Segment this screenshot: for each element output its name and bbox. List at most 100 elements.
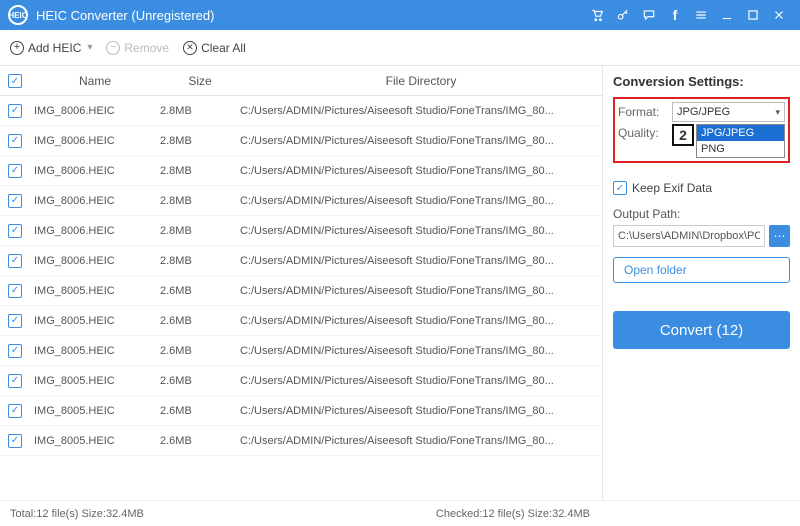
clear-all-label: Clear All: [201, 41, 246, 55]
app-logo-icon: HEIC: [8, 5, 28, 25]
cell-dir: C:/Users/ADMIN/Pictures/Aiseesoft Studio…: [240, 255, 602, 267]
minus-icon: −: [106, 41, 120, 55]
cell-size: 2.6MB: [160, 345, 240, 357]
format-option-jpg[interactable]: JPG/JPEG: [697, 125, 784, 141]
add-heic-button[interactable]: + Add HEIC ▾: [10, 41, 92, 55]
cell-dir: C:/Users/ADMIN/Pictures/Aiseesoft Studio…: [240, 135, 602, 147]
convert-button[interactable]: Convert (12): [613, 311, 790, 349]
close-icon[interactable]: [766, 2, 792, 28]
maximize-icon[interactable]: [740, 2, 766, 28]
table-row[interactable]: ✓ IMG_8005.HEIC2.6MBC:/Users/ADMIN/Pictur…: [0, 366, 602, 396]
remove-label: Remove: [124, 41, 169, 55]
file-list-panel: ✓ Name Size File Directory ✓ IMG_8006.HEI…: [0, 66, 602, 500]
format-option-png[interactable]: PNG: [697, 141, 784, 157]
col-dir[interactable]: File Directory: [240, 74, 602, 88]
table-row[interactable]: ✓IMG_8005.HEIC2.6MBC:/Users/ADMIN/Pictur…: [0, 426, 602, 456]
table-row[interactable]: ✓IMG_8005.HEIC2.6MBC:/Users/ADMIN/Pictur…: [0, 336, 602, 366]
col-size[interactable]: Size: [160, 74, 240, 88]
chat-icon[interactable]: [636, 2, 662, 28]
cell-dir: C:/Users/ADMIN/Pictures/Aiseesoft Studio…: [240, 405, 602, 417]
cell-size: 2.8MB: [160, 255, 240, 267]
key-icon[interactable]: [610, 2, 636, 28]
format-highlight-box: Format: JPG/JPEG ▾ Quality: 2 JPG/JPEG P…: [613, 97, 790, 163]
facebook-icon[interactable]: f: [662, 2, 688, 28]
cell-size: 2.6MB: [160, 285, 240, 297]
cell-name: IMG_8005.HEIC: [30, 435, 160, 447]
status-total: Total:12 file(s) Size:32.4MB: [10, 508, 144, 520]
table-row[interactable]: ✓IMG_8006.HEIC2.8MBC:/Users/ADMIN/Pictur…: [0, 96, 602, 126]
cell-name: IMG_8006.HEIC: [30, 225, 160, 237]
cell-size: 2.6MB: [160, 375, 240, 387]
remove-button: − Remove: [106, 41, 169, 55]
table-row[interactable]: ✓ IMG_8005.HEIC2.6MBC:/Users/ADMIN/Pictur…: [0, 396, 602, 426]
menu-icon[interactable]: [688, 2, 714, 28]
row-checkbox[interactable]: ✓: [8, 194, 22, 208]
cell-name: IMG_8005.HEIC: [30, 285, 160, 297]
row-checkbox[interactable]: ✓: [8, 134, 22, 148]
keep-exif-label: Keep Exif Data: [632, 181, 712, 195]
select-all-checkbox[interactable]: ✓: [8, 74, 22, 88]
cell-size: 2.6MB: [160, 405, 240, 417]
table-row[interactable]: ✓ IMG_8006.HEIC2.8MBC:/Users/ADMIN/Pictur…: [0, 126, 602, 156]
cell-dir: C:/Users/ADMIN/Pictures/Aiseesoft Studio…: [240, 105, 602, 117]
keep-exif-row[interactable]: ✓ Keep Exif Data: [613, 181, 790, 195]
row-checkbox[interactable]: ✓: [8, 284, 22, 298]
titlebar: HEIC HEIC Converter (Unregistered) f: [0, 0, 800, 30]
settings-panel: Conversion Settings: Format: JPG/JPEG ▾ …: [602, 66, 800, 500]
status-checked: Checked:12 file(s) Size:32.4MB: [436, 508, 590, 520]
cell-name: IMG_8006.HEIC: [30, 255, 160, 267]
table-row[interactable]: ✓IMG_8006.HEIC2.8MBC:/Users/ADMIN/Pictur…: [0, 156, 602, 186]
row-checkbox[interactable]: ✓: [8, 434, 22, 448]
format-dropdown[interactable]: JPG/JPEG PNG: [696, 124, 785, 158]
cell-dir: C:/Users/ADMIN/Pictures/Aiseesoft Studio…: [240, 165, 602, 177]
cell-size: 2.8MB: [160, 195, 240, 207]
chevron-down-icon: ▾: [87, 42, 92, 53]
cell-dir: C:/Users/ADMIN/Pictures/Aiseesoft Studio…: [240, 285, 602, 297]
quality-label: Quality:: [618, 124, 672, 140]
col-name[interactable]: Name: [30, 74, 160, 88]
row-checkbox[interactable]: ✓: [8, 314, 22, 328]
cell-dir: C:/Users/ADMIN/Pictures/Aiseesoft Studio…: [240, 315, 602, 327]
plus-icon: +: [10, 41, 24, 55]
status-bar: Total:12 file(s) Size:32.4MB Checked:12 …: [0, 500, 800, 526]
row-checkbox[interactable]: ✓: [8, 224, 22, 238]
row-checkbox[interactable]: ✓: [8, 344, 22, 358]
cell-name: IMG_8006.HEIC: [30, 105, 160, 117]
table-row[interactable]: ✓ IMG_8006.HEIC2.8MBC:/Users/ADMIN/Pictur…: [0, 246, 602, 276]
keep-exif-checkbox[interactable]: ✓: [613, 181, 627, 195]
browse-button[interactable]: ⋯: [769, 225, 790, 247]
cell-name: IMG_8005.HEIC: [30, 345, 160, 357]
table-row[interactable]: ✓IMG_8005.HEIC2.6MBC:/Users/ADMIN/Pictur…: [0, 306, 602, 336]
cart-icon[interactable]: [584, 2, 610, 28]
step-badge: 2: [672, 124, 694, 146]
table-header: ✓ Name Size File Directory: [0, 66, 602, 96]
add-heic-label: Add HEIC: [28, 41, 81, 55]
format-selected: JPG/JPEG: [677, 106, 730, 118]
row-checkbox[interactable]: ✓: [8, 254, 22, 268]
app-title: HEIC Converter (Unregistered): [36, 8, 584, 23]
chevron-down-icon: ▾: [775, 107, 780, 118]
table-row[interactable]: ✓IMG_8006.HEIC2.8MBC:/Users/ADMIN/Pictur…: [0, 186, 602, 216]
row-checkbox[interactable]: ✓: [8, 164, 22, 178]
row-checkbox[interactable]: ✓: [8, 404, 22, 418]
row-checkbox[interactable]: ✓: [8, 374, 22, 388]
minimize-icon[interactable]: [714, 2, 740, 28]
open-folder-button[interactable]: Open folder: [613, 257, 790, 283]
cell-size: 2.8MB: [160, 165, 240, 177]
cell-size: 2.8MB: [160, 225, 240, 237]
table-row[interactable]: ✓ IMG_8005.HEIC2.6MBC:/Users/ADMIN/Pictur…: [0, 276, 602, 306]
cell-dir: C:/Users/ADMIN/Pictures/Aiseesoft Studio…: [240, 435, 602, 447]
row-checkbox[interactable]: ✓: [8, 104, 22, 118]
format-select[interactable]: JPG/JPEG ▾: [672, 102, 785, 122]
cell-name: IMG_8005.HEIC: [30, 315, 160, 327]
cell-name: IMG_8006.HEIC: [30, 135, 160, 147]
table-row[interactable]: ✓IMG_8006.HEIC2.8MBC:/Users/ADMIN/Pictur…: [0, 216, 602, 246]
cell-name: IMG_8005.HEIC: [30, 375, 160, 387]
clear-all-button[interactable]: ✕ Clear All: [183, 41, 246, 55]
cell-size: 2.8MB: [160, 135, 240, 147]
output-path-label: Output Path:: [613, 207, 790, 221]
cell-dir: C:/Users/ADMIN/Pictures/Aiseesoft Studio…: [240, 195, 602, 207]
cell-dir: C:/Users/ADMIN/Pictures/Aiseesoft Studio…: [240, 375, 602, 387]
output-path-input[interactable]: [613, 225, 765, 247]
cell-name: IMG_8005.HEIC: [30, 405, 160, 417]
